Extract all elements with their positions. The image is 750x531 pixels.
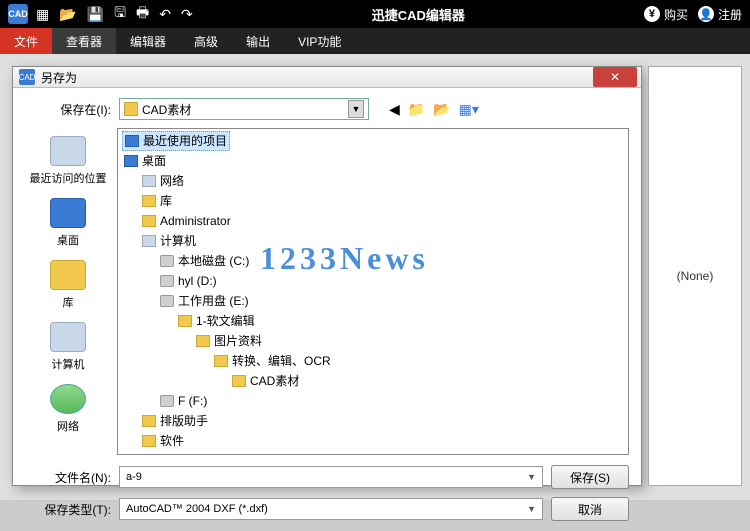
quick-icons: ▦ 📂 💾 🖫 🖶 ↶ ↷ — [36, 2, 193, 26]
place-recent[interactable]: 最近访问的位置 — [26, 132, 111, 190]
place-network-label: 网络 — [57, 418, 79, 434]
menu-viewer[interactable]: 查看器 — [52, 28, 116, 54]
tree-network[interactable]: 网络 — [140, 172, 186, 190]
places-bar: 最近访问的位置 桌面 库 计算机 网络 — [25, 128, 111, 455]
new-icon[interactable]: ▦ — [36, 6, 49, 23]
tree-recent[interactable]: 最近使用的项目 — [122, 131, 230, 151]
menu-file[interactable]: 文件 — [0, 28, 52, 54]
place-library-label: 库 — [63, 294, 74, 310]
menu-bar: 文件 查看器 编辑器 高级 输出 VIP功能 — [0, 28, 750, 54]
nav-up-icon[interactable]: 📁 — [408, 101, 425, 118]
save-button[interactable]: 保存(S) — [551, 465, 629, 489]
tree-folder-1[interactable]: 1-软文编辑 — [176, 312, 257, 330]
title-bar: CAD ▦ 📂 💾 🖫 🖶 ↶ ↷ 迅捷CAD编辑器 ¥ 购买 👤 注册 — [0, 0, 750, 28]
buy-label: 购买 — [664, 6, 688, 23]
tree-computer[interactable]: 计算机 — [140, 232, 198, 250]
tree-drive-e[interactable]: 工作用盘 (E:) — [158, 292, 251, 310]
undo-icon[interactable]: ↶ — [159, 6, 171, 23]
save-in-dropdown[interactable]: CAD素材 ▼ — [119, 98, 369, 120]
save-in-label: 保存在(I): — [25, 101, 111, 118]
app-title: 迅捷CAD编辑器 — [193, 5, 644, 24]
tree-folder-cad[interactable]: CAD素材 — [230, 372, 301, 390]
tree-folder-pics[interactable]: 图片资料 — [194, 332, 264, 350]
print-icon[interactable]: 🖶 — [136, 2, 149, 26]
place-recent-label: 最近访问的位置 — [30, 170, 107, 186]
chevron-down-icon[interactable]: ▼ — [527, 472, 536, 482]
dialog-icon: CAD — [19, 69, 35, 85]
tree-drive-d[interactable]: hyl (D:) — [158, 272, 219, 290]
filetype-dropdown[interactable]: AutoCAD™ 2004 DXF (*.dxf)▼ — [119, 498, 543, 520]
place-desktop[interactable]: 桌面 — [46, 194, 90, 252]
currency-icon: ¥ — [644, 6, 660, 22]
save-as-dialog: CAD 另存为 ✕ 保存在(I): CAD素材 ▼ ◀ 📁 📂 ▦▾ 最近访问的… — [12, 66, 642, 486]
open-icon[interactable]: 📂 — [59, 6, 76, 23]
save-icon[interactable]: 💾 — [87, 6, 104, 23]
tree-folder-soft[interactable]: 软件 — [140, 432, 186, 450]
register-label: 注册 — [718, 6, 742, 23]
menu-editor[interactable]: 编辑器 — [116, 28, 180, 54]
register-button[interactable]: 👤 注册 — [698, 6, 742, 23]
tree-desktop[interactable]: 桌面 — [122, 152, 168, 170]
filename-label: 文件名(N): — [25, 469, 111, 486]
dialog-titlebar: CAD 另存为 ✕ — [13, 67, 641, 88]
chevron-down-icon[interactable]: ▼ — [348, 100, 364, 118]
menu-vip[interactable]: VIP功能 — [284, 28, 355, 54]
place-network[interactable]: 网络 — [46, 380, 90, 438]
place-desktop-label: 桌面 — [57, 232, 79, 248]
redo-icon[interactable]: ↷ — [181, 6, 193, 23]
tree-admin[interactable]: Administrator — [140, 212, 233, 230]
tree-folder-ocr[interactable]: 转换、编辑、OCR — [212, 352, 333, 370]
save-as-icon[interactable]: 🖫 — [114, 2, 126, 26]
tree-folder-layout[interactable]: 排版助手 — [140, 412, 210, 430]
filename-input[interactable]: a-9▼ — [119, 466, 543, 488]
close-button[interactable]: ✕ — [593, 67, 637, 87]
nav-back-icon[interactable]: ◀ — [389, 101, 400, 118]
user-icon: 👤 — [698, 6, 714, 22]
nav-view-icon[interactable]: ▦▾ — [459, 101, 479, 118]
dialog-title: 另存为 — [41, 69, 77, 86]
menu-output[interactable]: 输出 — [232, 28, 284, 54]
tree-library[interactable]: 库 — [140, 192, 174, 210]
buy-button[interactable]: ¥ 购买 — [644, 6, 688, 23]
tree-drive-c[interactable]: 本地磁盘 (C:) — [158, 252, 251, 270]
nav-new-folder-icon[interactable]: 📂 — [433, 101, 450, 118]
place-computer-label: 计算机 — [52, 356, 85, 372]
save-in-value: CAD素材 — [142, 101, 191, 118]
chevron-down-icon[interactable]: ▼ — [527, 504, 536, 514]
tree-drive-f[interactable]: F (F:) — [158, 392, 209, 410]
place-computer[interactable]: 计算机 — [46, 318, 90, 376]
preview-none: (None) — [677, 269, 714, 283]
preview-panel: (None) — [648, 66, 742, 486]
menu-advanced[interactable]: 高级 — [180, 28, 232, 54]
cancel-button[interactable]: 取消 — [551, 497, 629, 521]
folder-tree[interactable]: 最近使用的项目 桌面 网络 库 Administrator 计算机 本地磁盘 (… — [117, 128, 629, 455]
app-logo: CAD — [8, 4, 28, 24]
filetype-label: 保存类型(T): — [25, 501, 111, 518]
folder-icon — [124, 102, 138, 116]
place-library[interactable]: 库 — [46, 256, 90, 314]
